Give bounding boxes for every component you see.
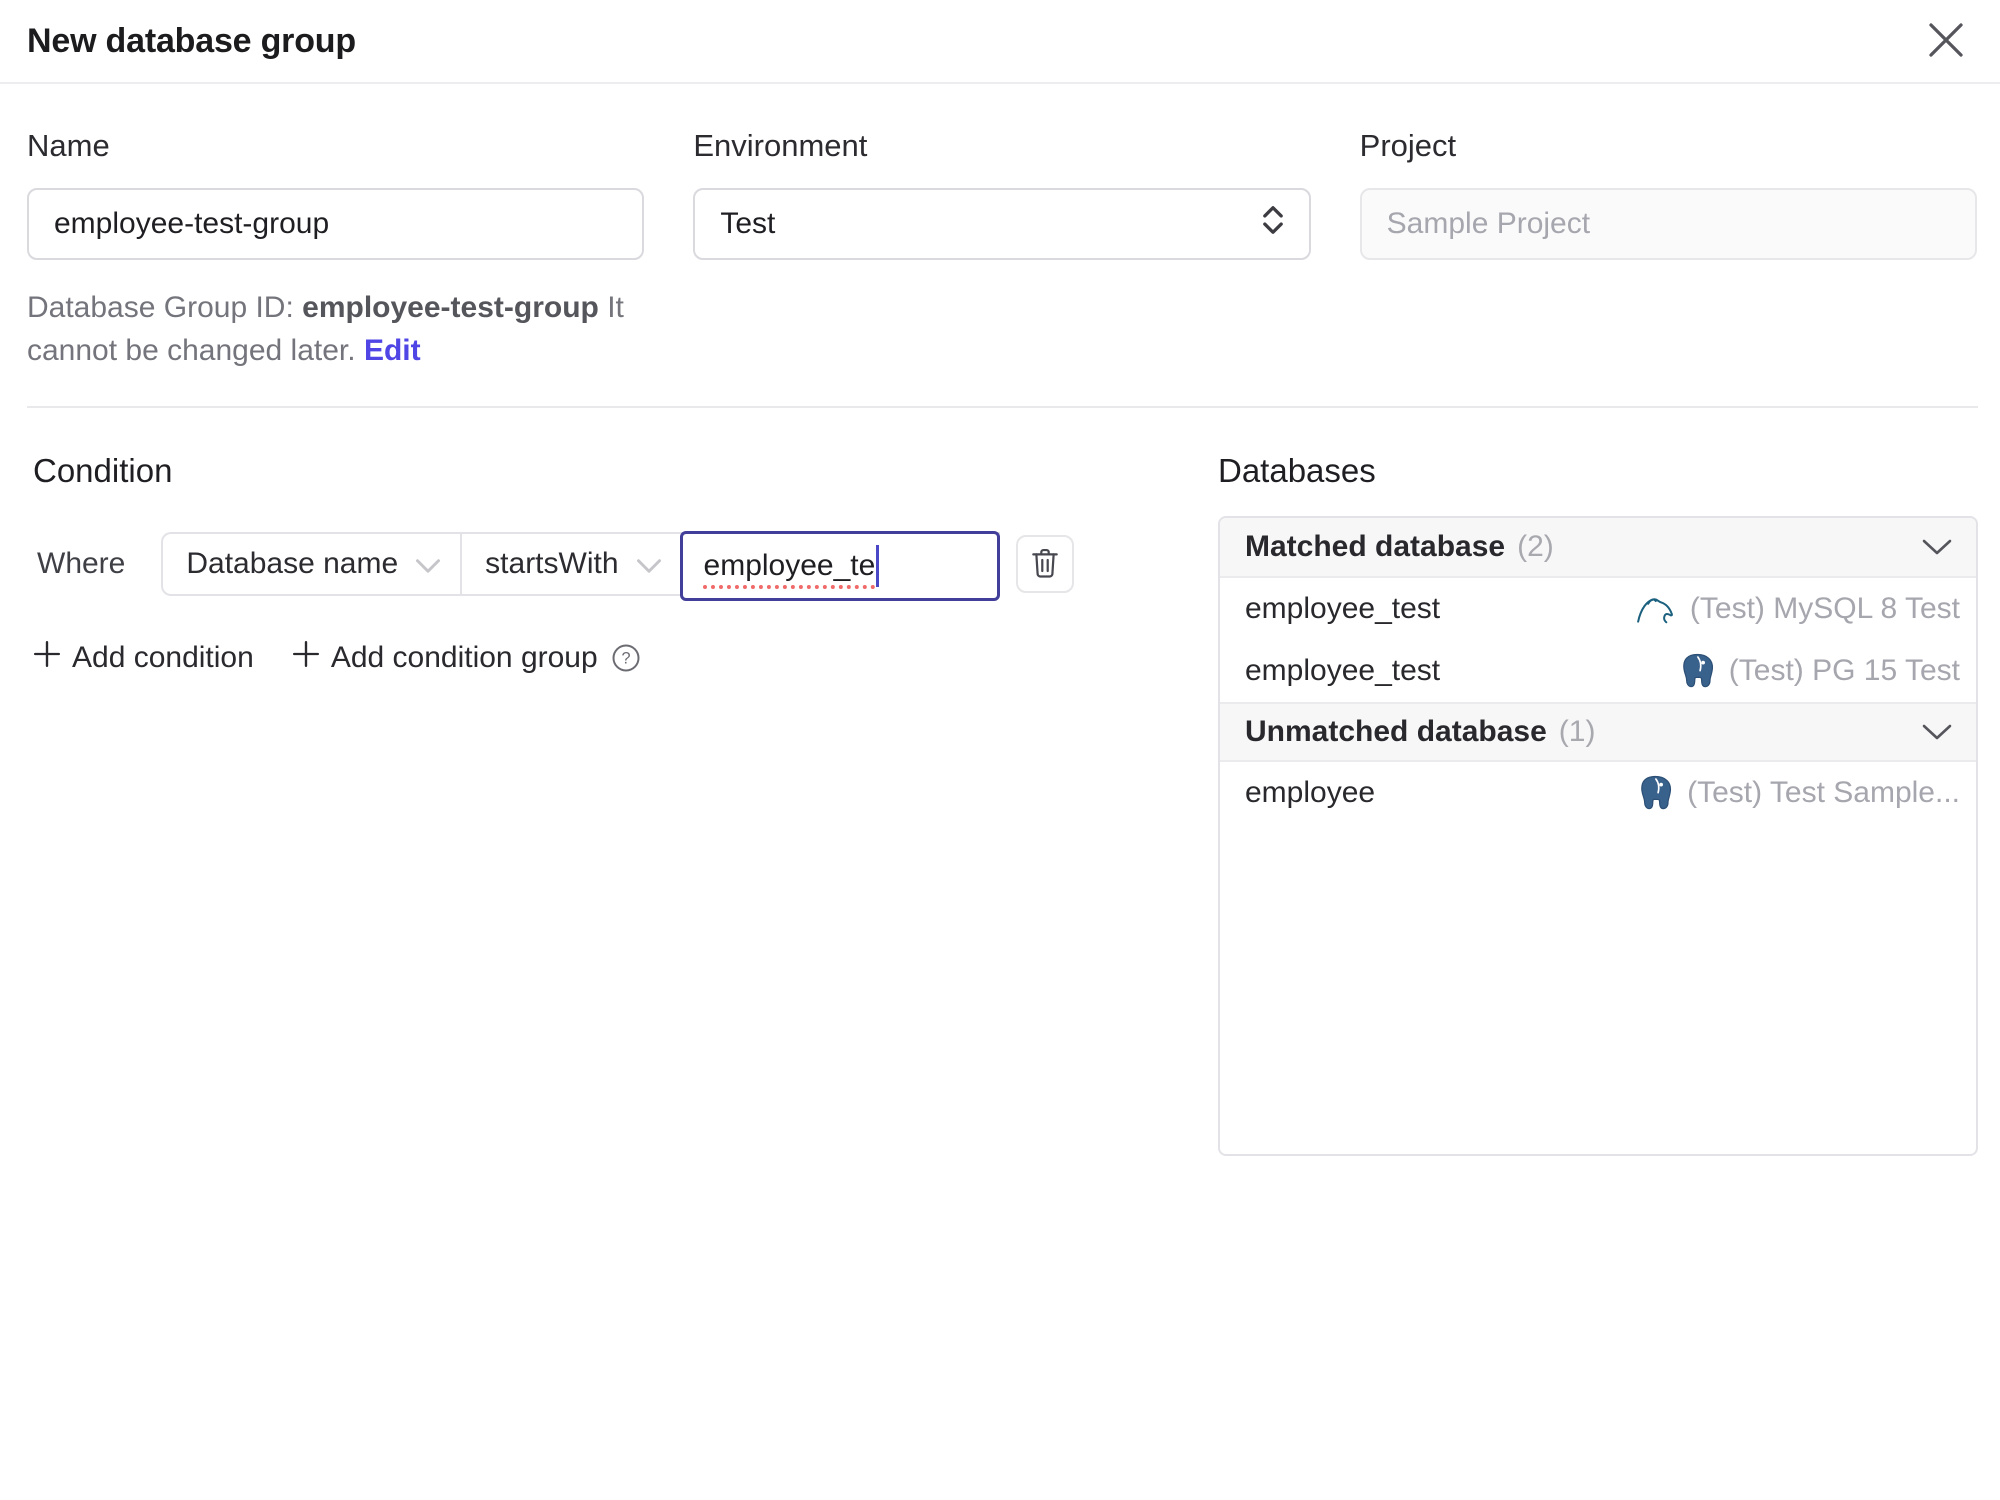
edit-link[interactable]: Edit bbox=[364, 334, 421, 367]
close-button[interactable] bbox=[1922, 17, 1970, 65]
close-icon bbox=[1928, 22, 1964, 61]
matched-database-header[interactable]: Matched database (2) bbox=[1220, 518, 1976, 578]
dialog-header: New database group bbox=[0, 0, 2000, 84]
project-select[interactable]: Sample Project bbox=[1359, 188, 1977, 260]
environment-select[interactable]: Test bbox=[693, 188, 1311, 260]
add-condition-label: Add condition bbox=[72, 641, 254, 674]
postgres-icon bbox=[1680, 652, 1716, 690]
where-label: Where bbox=[37, 547, 126, 580]
database-name: employee_test bbox=[1245, 654, 1441, 687]
condition-row: Where Database name startsWith employee_… bbox=[33, 531, 1185, 601]
database-instance-label: (Test) PG 15 Test bbox=[1728, 654, 1960, 687]
databases-heading: Databases bbox=[1218, 452, 1376, 489]
condition-databases-area: Condition Where Database name startsWith bbox=[33, 452, 1978, 1156]
select-stepper-icon bbox=[1262, 205, 1284, 243]
database-instance: (Test) PG 15 Test bbox=[1680, 652, 1960, 690]
database-row[interactable]: employee_test (Test) PG 15 Test bbox=[1220, 640, 1976, 702]
trash-icon bbox=[1030, 547, 1060, 582]
condition-operator-select[interactable]: startsWith bbox=[460, 534, 680, 594]
environment-label: Environment bbox=[693, 128, 868, 163]
condition-heading: Condition bbox=[33, 452, 173, 489]
name-input[interactable] bbox=[27, 188, 645, 260]
chevron-down-icon bbox=[636, 547, 661, 581]
helper-prefix: Database Group ID: bbox=[27, 291, 303, 324]
chevron-down-icon bbox=[1922, 539, 1952, 556]
dialog-title: New database group bbox=[27, 21, 356, 60]
condition-field-select[interactable]: Database name bbox=[163, 534, 460, 594]
database-instance: (Test) Test Sample... bbox=[1638, 774, 1960, 812]
section-divider bbox=[27, 406, 1978, 408]
chevron-down-icon bbox=[416, 547, 441, 581]
database-row[interactable]: employee (Test) Test Sample... bbox=[1220, 762, 1976, 824]
delete-condition-button[interactable] bbox=[1015, 535, 1074, 593]
database-name: employee bbox=[1245, 776, 1376, 809]
project-label: Project bbox=[1359, 128, 1457, 163]
database-instance-label: (Test) MySQL 8 Test bbox=[1689, 592, 1960, 625]
unmatched-database-header[interactable]: Unmatched database (1) bbox=[1220, 702, 1976, 762]
add-condition-group-button[interactable]: Add condition group ? bbox=[292, 640, 641, 676]
database-instance: (Test) MySQL 8 Test bbox=[1635, 592, 1960, 626]
postgres-icon bbox=[1638, 774, 1674, 812]
databases-section: Databases Matched database (2) employee_… bbox=[1218, 452, 1978, 1156]
mysql-icon bbox=[1635, 593, 1677, 625]
unmatched-database-title: Unmatched database bbox=[1245, 715, 1547, 748]
svg-text:?: ? bbox=[621, 650, 630, 668]
text-cursor bbox=[876, 545, 880, 587]
form-grid: Name Environment Test Project Sample Pro… bbox=[27, 128, 1977, 260]
project-field-group: Project Sample Project bbox=[1359, 128, 1977, 260]
databases-panel: Matched database (2) employee_test (Test… bbox=[1218, 516, 1978, 1156]
database-group-id-helper: Database Group ID: employee-test-group I… bbox=[27, 286, 682, 372]
plus-icon bbox=[33, 640, 61, 676]
name-label: Name bbox=[27, 128, 110, 163]
name-field-group: Name bbox=[27, 128, 645, 260]
condition-controls: Database name startsWith employee_te bbox=[161, 531, 1000, 601]
help-circle-icon[interactable]: ? bbox=[611, 643, 641, 673]
database-name: employee_test bbox=[1245, 592, 1441, 625]
condition-operator-value: startsWith bbox=[485, 547, 619, 580]
unmatched-database-count: (1) bbox=[1558, 715, 1596, 748]
plus-icon bbox=[292, 640, 320, 676]
condition-section: Condition Where Database name startsWith bbox=[33, 452, 1185, 1156]
matched-database-count: (2) bbox=[1517, 530, 1554, 563]
chevron-down-icon bbox=[1922, 724, 1952, 741]
environment-field-group: Environment Test bbox=[693, 128, 1311, 260]
database-instance-label: (Test) Test Sample... bbox=[1687, 776, 1960, 809]
condition-value-text: employee_te bbox=[703, 549, 876, 582]
condition-actions: Add condition Add condition group ? bbox=[33, 640, 1185, 676]
condition-value-input[interactable]: employee_te bbox=[679, 531, 1000, 601]
condition-field-value: Database name bbox=[186, 547, 399, 580]
database-group-id-value: employee-test-group bbox=[302, 291, 599, 324]
add-condition-group-label: Add condition group bbox=[330, 641, 598, 674]
project-placeholder: Sample Project bbox=[1386, 207, 1591, 240]
database-row[interactable]: employee_test (Test) MySQL 8 Test bbox=[1220, 578, 1976, 640]
matched-database-title: Matched database bbox=[1245, 530, 1506, 563]
add-condition-button[interactable]: Add condition bbox=[33, 640, 254, 676]
environment-value: Test bbox=[720, 207, 776, 240]
